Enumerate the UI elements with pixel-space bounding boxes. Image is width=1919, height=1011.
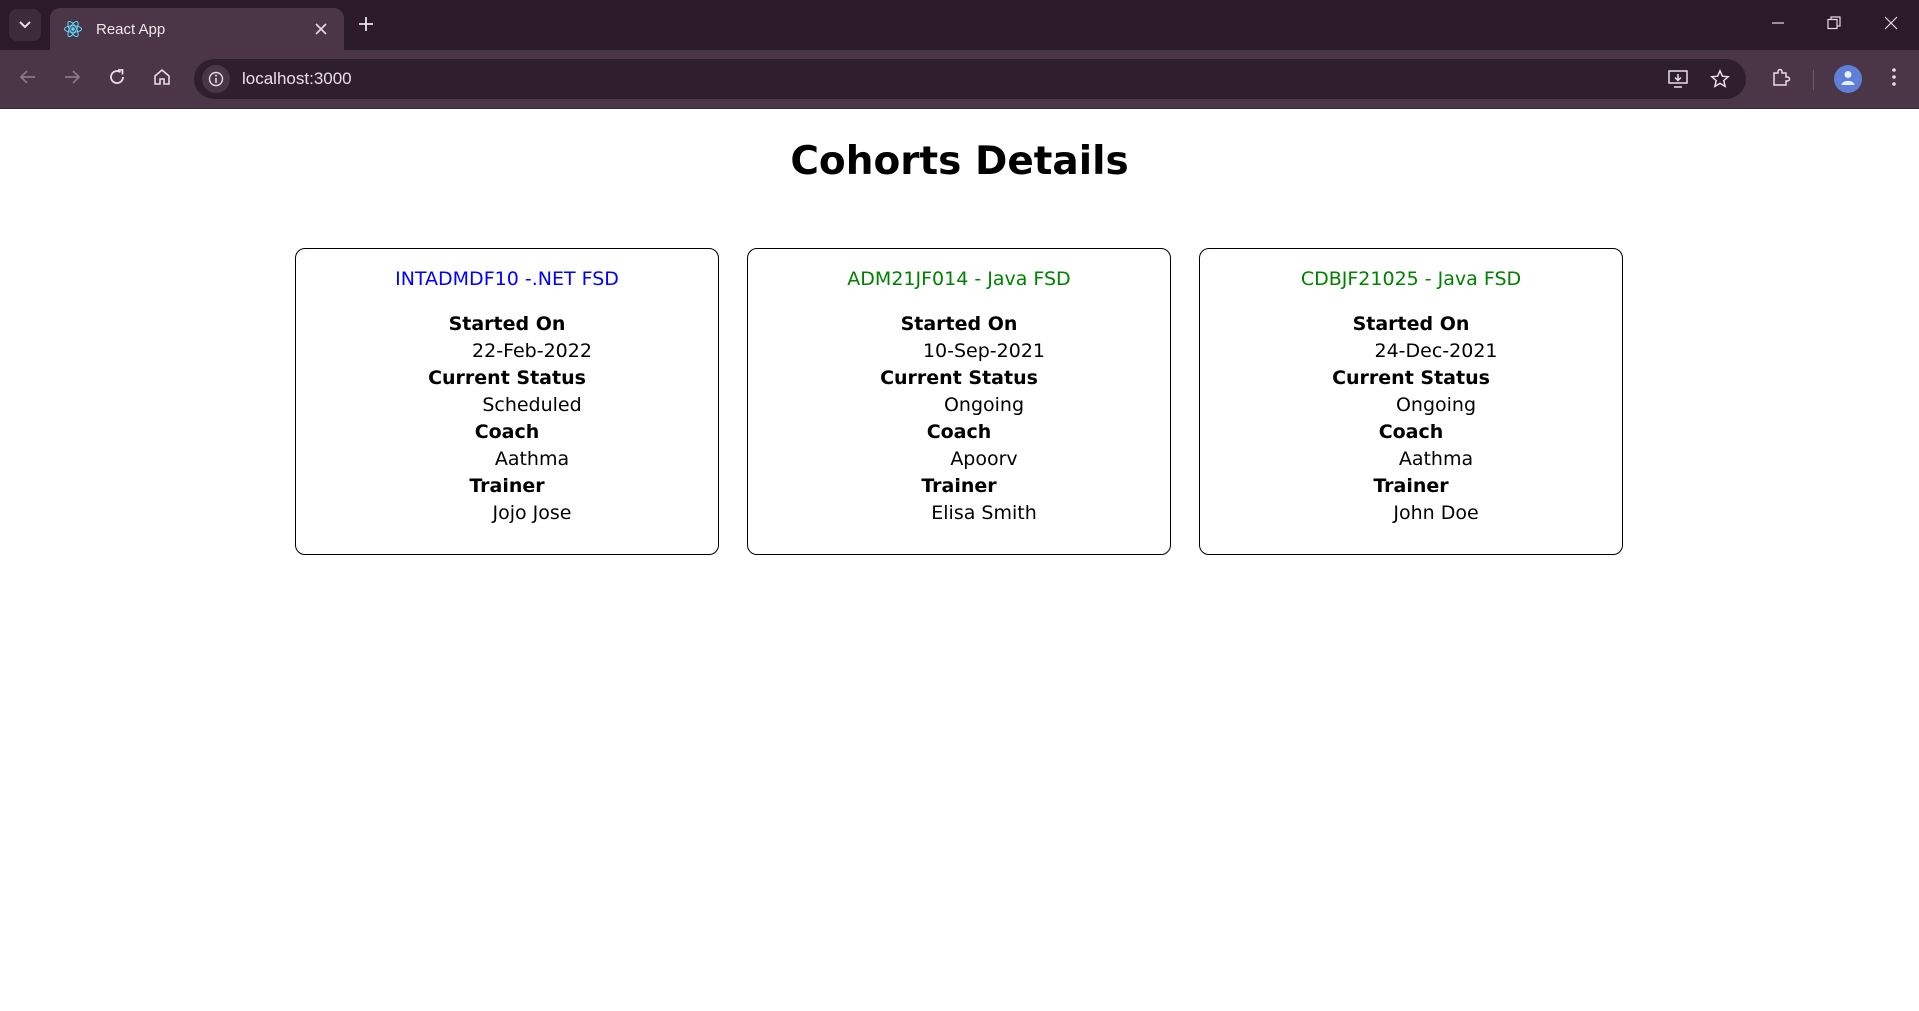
extensions-button[interactable] bbox=[1765, 63, 1797, 95]
address-bar[interactable]: localhost:3000 bbox=[194, 59, 1746, 99]
current-status-label: Current Status bbox=[428, 367, 586, 389]
current-status-label: Current Status bbox=[880, 367, 1038, 389]
browser-title-bar: React App bbox=[0, 0, 1919, 50]
started-on-label: Started On bbox=[900, 313, 1018, 335]
install-app-icon[interactable] bbox=[1662, 63, 1694, 95]
tab-title: React App bbox=[96, 20, 166, 38]
reload-button[interactable] bbox=[101, 63, 133, 95]
started-on-value: 10-Sep-2021 bbox=[922, 340, 1046, 362]
trainer-label: Trainer bbox=[469, 475, 545, 497]
toolbar-divider bbox=[1813, 70, 1814, 90]
trainer-value: John Doe bbox=[1393, 502, 1479, 524]
cohort-name: ADM21JF014 - Java FSD bbox=[847, 268, 1071, 290]
browser-toolbar: localhost:3000 bbox=[0, 50, 1919, 109]
back-arrow-icon bbox=[19, 68, 37, 90]
current-status-value: Scheduled bbox=[482, 394, 582, 416]
plus-icon bbox=[358, 13, 374, 38]
bookmark-star-icon[interactable] bbox=[1704, 63, 1736, 95]
trainer-value: Elisa Smith bbox=[931, 502, 1037, 524]
restore-button[interactable] bbox=[1814, 8, 1854, 40]
back-button[interactable] bbox=[12, 63, 44, 95]
trainer-label: Trainer bbox=[1373, 475, 1449, 497]
current-status-label: Current Status bbox=[1332, 367, 1490, 389]
url-text: localhost:3000 bbox=[242, 69, 352, 88]
profile-avatar[interactable] bbox=[1834, 65, 1862, 93]
coach-label: Coach bbox=[474, 421, 540, 443]
current-status-value: Ongoing bbox=[943, 394, 1025, 416]
forward-arrow-icon bbox=[63, 68, 81, 90]
trainer-label: Trainer bbox=[921, 475, 997, 497]
page-content: Cohorts Details INTADMDF10 -.NET FSD Sta… bbox=[0, 109, 1919, 1011]
trainer-value: Jojo Jose bbox=[492, 502, 572, 524]
coach-label: Coach bbox=[926, 421, 992, 443]
home-button[interactable] bbox=[146, 63, 178, 95]
new-tab-button[interactable] bbox=[353, 12, 379, 38]
chevron-down-icon bbox=[19, 18, 31, 32]
minimize-icon bbox=[1771, 15, 1785, 34]
browser-menu-button[interactable] bbox=[1878, 63, 1910, 95]
cohort-name: INTADMDF10 -.NET FSD bbox=[395, 268, 619, 290]
started-on-label: Started On bbox=[1352, 313, 1470, 335]
coach-value: Aathma bbox=[494, 448, 570, 470]
site-info-icon[interactable] bbox=[202, 65, 230, 93]
cohort-card: ADM21JF014 - Java FSD Started On 10-Sep-… bbox=[747, 248, 1171, 555]
coach-label: Coach bbox=[1378, 421, 1444, 443]
started-on-value: 24-Dec-2021 bbox=[1374, 340, 1498, 362]
browser-tab[interactable]: React App bbox=[50, 8, 344, 50]
tab-search-button[interactable] bbox=[9, 9, 41, 41]
cohort-details: Started On 10-Sep-2021 Current Status On… bbox=[748, 311, 1170, 527]
cohort-card: CDBJF21025 - Java FSD Started On 24-Dec-… bbox=[1199, 248, 1623, 555]
coach-value: Aathma bbox=[1398, 448, 1474, 470]
puzzle-icon bbox=[1771, 67, 1791, 91]
cohort-name: CDBJF21025 - Java FSD bbox=[1300, 268, 1522, 290]
profile-icon bbox=[1839, 68, 1857, 90]
reload-icon bbox=[108, 68, 126, 90]
started-on-value: 22-Feb-2022 bbox=[472, 340, 592, 362]
cohort-details: Started On 22-Feb-2022 Current Status Sc… bbox=[296, 311, 718, 527]
forward-button[interactable] bbox=[56, 63, 88, 95]
more-vertical-icon bbox=[1891, 67, 1897, 91]
close-icon bbox=[1884, 15, 1898, 34]
cohort-card: INTADMDF10 -.NET FSD Started On 22-Feb-2… bbox=[295, 248, 719, 555]
react-logo-icon bbox=[62, 18, 84, 40]
minimize-button[interactable] bbox=[1758, 8, 1798, 40]
coach-value: Apoorv bbox=[950, 448, 1018, 470]
cohort-details: Started On 24-Dec-2021 Current Status On… bbox=[1200, 311, 1622, 527]
close-window-button[interactable] bbox=[1871, 8, 1911, 40]
restore-icon bbox=[1827, 15, 1841, 34]
started-on-label: Started On bbox=[448, 313, 566, 335]
page-title: Cohorts Details bbox=[790, 139, 1129, 184]
current-status-value: Ongoing bbox=[1395, 394, 1477, 416]
close-tab-icon[interactable] bbox=[310, 18, 332, 40]
home-icon bbox=[153, 68, 171, 90]
